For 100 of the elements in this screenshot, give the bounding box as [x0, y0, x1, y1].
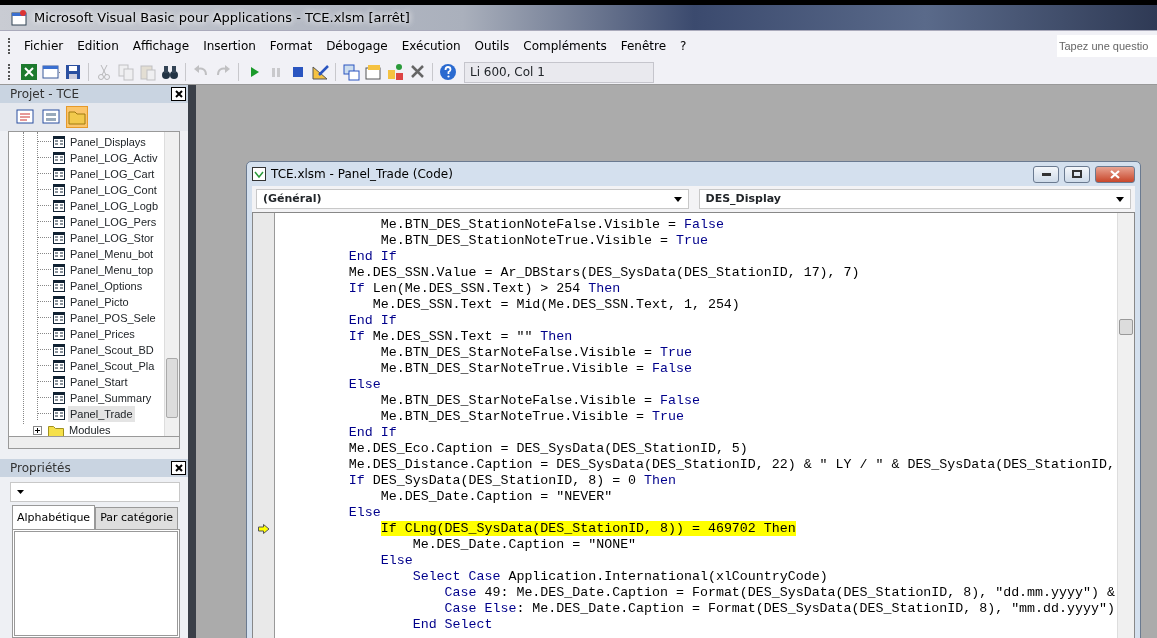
- code-line: End Select: [411, 617, 494, 633]
- panel-title: Propriétés: [10, 460, 71, 477]
- tree-item[interactable]: Panel_Picto: [68, 293, 131, 311]
- tree-item[interactable]: Panel_LOG_Stor: [68, 229, 156, 247]
- tree-item[interactable]: Panel_LOG_Pers: [68, 213, 159, 231]
- menu-item[interactable]: Affichage: [125, 36, 197, 55]
- menu-item[interactable]: Outils: [467, 36, 517, 55]
- form-icon: [53, 136, 65, 148]
- tree-item[interactable]: Panel_Options: [68, 277, 145, 295]
- project-explorer-icon[interactable]: [342, 63, 360, 81]
- menu-item[interactable]: Edition: [70, 36, 126, 55]
- form-window-icon[interactable]: [42, 63, 60, 81]
- close-button[interactable]: [171, 461, 186, 475]
- code-line: If Me.DES_SSN.Text = "" Then: [347, 329, 574, 345]
- form-icon: [53, 152, 65, 164]
- menu-item[interactable]: Compléments: [516, 36, 614, 55]
- code-line: Me.BTN_DES_StationNoteFalse.Visible = False: [379, 217, 725, 233]
- binoculars-icon[interactable]: [161, 63, 179, 81]
- maximize-icon: [1072, 170, 1082, 178]
- code-line: Me.DES_Date.Caption = "NEVER": [379, 489, 614, 505]
- tree-item[interactable]: Panel_Prices: [68, 325, 137, 343]
- form-icon: [53, 360, 65, 372]
- minimize-button[interactable]: [1033, 165, 1059, 183]
- tab[interactable]: Alphabétique: [12, 505, 96, 529]
- code-line: Else: [347, 377, 382, 393]
- menu-item[interactable]: Fenêtre: [613, 36, 674, 55]
- tree-item[interactable]: Panel_LOG_Activ: [68, 149, 160, 167]
- code-line: Me.BTN_DES_StarNoteFalse.Visible = True: [379, 345, 693, 361]
- tree-item[interactable]: Panel_Displays: [68, 133, 148, 151]
- code-line: End If: [347, 425, 398, 441]
- form-icon: [53, 344, 65, 356]
- ruler-pencil-icon[interactable]: [311, 63, 329, 81]
- app-icon: [10, 8, 28, 27]
- scrollbar[interactable]: [8, 437, 180, 449]
- form-icon: [53, 280, 65, 292]
- menu-item[interactable]: Fichier: [17, 36, 71, 55]
- help-search-field[interactable]: Tapez une questio: [1057, 34, 1157, 57]
- form-icon: [53, 248, 65, 260]
- dropdown-value: (Général): [263, 190, 322, 207]
- close-icon: [1110, 169, 1120, 179]
- code-line: Me.DES_Date.Caption = "NONE": [411, 537, 638, 553]
- tree-item[interactable]: Panel_Trade: [68, 405, 135, 423]
- dropdown-arrow-icon: [673, 196, 682, 202]
- code-line: End If: [347, 249, 398, 265]
- tree-item[interactable]: Panel_LOG_Logb: [68, 197, 161, 215]
- dropdown[interactable]: DES_Display: [698, 189, 1131, 209]
- code-line: Select Case Application.International(xlCountryCode): [411, 569, 829, 585]
- menu-item[interactable]: Insertion: [196, 36, 263, 55]
- dropdown-arrow-icon: [1116, 196, 1124, 202]
- code-line: Else: [347, 505, 382, 521]
- form-icon: [53, 312, 65, 324]
- menu-item[interactable]: ?: [673, 36, 694, 55]
- window-title: TCE.xlsm - Panel_Trade (Code): [271, 166, 453, 183]
- object-view-icon: [42, 108, 60, 126]
- tab[interactable]: Par catégorie: [95, 507, 178, 529]
- code-line: Me.BTN_DES_StarNoteTrue.Visible = False: [379, 361, 693, 377]
- tree-item[interactable]: Panel_Menu_bot: [68, 245, 156, 263]
- save-icon[interactable]: [64, 63, 82, 81]
- tree-item[interactable]: Panel_Summary: [68, 389, 154, 407]
- tree-item[interactable]: Panel_Start: [68, 373, 130, 391]
- folder-icon: [68, 108, 86, 126]
- close-icon: [174, 464, 183, 472]
- form-icon: [53, 264, 65, 276]
- close-button[interactable]: [171, 87, 186, 101]
- excel-icon[interactable]: [20, 63, 38, 81]
- code-view-icon: [16, 108, 34, 126]
- menu-item[interactable]: Débogage: [319, 36, 395, 55]
- code-line: Me.DES_Eco.Caption = DES_SysData(DES_StationID, 5): [347, 441, 749, 457]
- expand-icon[interactable]: [33, 425, 42, 435]
- view-toggle-button[interactable]: [66, 106, 88, 128]
- window-title: Microsoft Visual Basic pour Applications - TCE.xlsm [arrêt]: [34, 8, 410, 27]
- maximize-button[interactable]: [1064, 165, 1090, 183]
- help-icon[interactable]: [439, 63, 457, 81]
- code-window-icon: [252, 167, 266, 181]
- dropdown-arrow-icon: [17, 490, 24, 494]
- properties-icon[interactable]: [364, 63, 382, 81]
- form-icon: [53, 408, 65, 420]
- code-line: Me.DES_SSN.Value = Ar_DBStars(DES_SysData(DES_StationID, 17), 7): [347, 265, 861, 281]
- form-icon: [53, 232, 65, 244]
- code-line: Case 49: Me.DES_Date.Caption = Format(DES_SysData(DES_StationID, 8), "dd.mm.yyyy") &: [443, 585, 1116, 601]
- code-line: End If: [347, 313, 398, 329]
- code-line: Me.BTN_DES_StarNoteFalse.Visible = False: [379, 393, 701, 409]
- code-line: If Len(Me.DES_SSN.Text) > 254 Then: [347, 281, 622, 297]
- tree-item[interactable]: Panel_Scout_Pla: [68, 357, 157, 375]
- form-icon: [53, 328, 65, 340]
- execution-arrow-icon: [258, 524, 270, 534]
- object-browser-icon[interactable]: [386, 63, 404, 81]
- tree-item[interactable]: Panel_LOG_Cont: [68, 181, 159, 199]
- tree-item[interactable]: Panel_LOG_Cart: [68, 165, 157, 183]
- code-line: Else: [379, 553, 414, 569]
- menu-item[interactable]: Exécution: [394, 36, 468, 55]
- form-icon: [53, 392, 65, 404]
- tree-item[interactable]: Panel_Scout_BD: [68, 341, 156, 359]
- tree-item[interactable]: Panel_POS_Sele: [68, 309, 158, 327]
- tree-item[interactable]: Panel_Menu_top: [68, 261, 156, 279]
- tree-item[interactable]: Modules: [67, 421, 113, 436]
- dropdown-value: DES_Display: [705, 190, 781, 207]
- form-icon: [53, 376, 65, 388]
- menu-item[interactable]: Format: [262, 36, 320, 55]
- dropdown[interactable]: (Général): [256, 189, 689, 209]
